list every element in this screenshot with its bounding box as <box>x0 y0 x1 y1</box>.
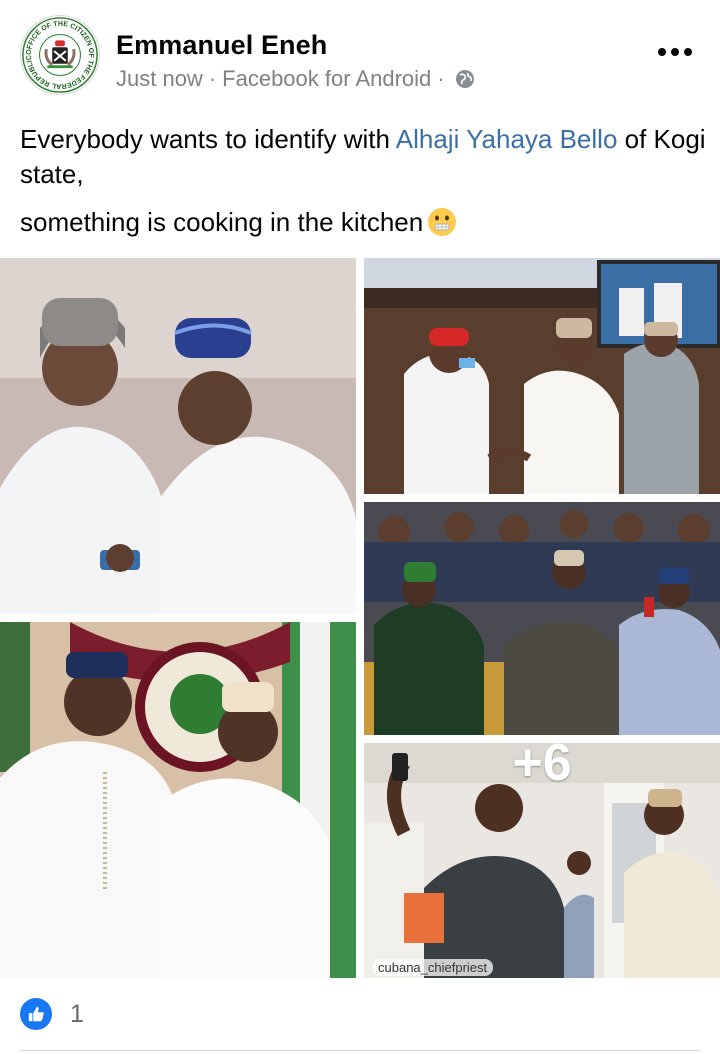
post-meta: Just now · Facebook for Android · <box>116 66 475 92</box>
post-text-line2: something is cooking in the kitchen <box>20 205 710 246</box>
post-text: Everybody wants to identify with Alhaji … <box>20 122 710 246</box>
more-photos-count[interactable]: +6 <box>364 743 720 793</box>
globe-icon[interactable] <box>455 69 475 89</box>
photo-handshake-in-office[interactable] <box>364 258 720 494</box>
more-options-icon[interactable] <box>658 46 692 58</box>
post-text-before-mention: Everybody wants to identify with <box>20 124 390 154</box>
divider <box>20 1050 700 1051</box>
photo-press-conference-meeting[interactable] <box>364 502 720 735</box>
post-header: OFFICE OF THE CITIZEN OF THE FEDERAL REP… <box>0 0 720 110</box>
author-avatar[interactable]: OFFICE OF THE CITIZEN OF THE FEDERAL REP… <box>20 15 100 95</box>
post-text-line2-text: something is cooking in the kitchen <box>20 207 424 237</box>
post-time[interactable]: Just now <box>116 66 203 92</box>
photo-watermark: cubana_chiefpriest <box>372 959 494 976</box>
photo-two-men-looking-at-phone[interactable] <box>0 258 356 614</box>
reaction-count: 1 <box>70 999 84 1028</box>
meta-separator: · <box>208 66 217 91</box>
reactions-bar[interactable]: 1 <box>20 998 84 1030</box>
author-name[interactable]: Emmanuel Eneh <box>116 30 327 61</box>
post-source: Facebook for Android <box>222 66 432 91</box>
photo-two-men-in-front-of-kogi-seal[interactable] <box>0 622 356 978</box>
grimacing-emoji-icon <box>427 207 457 246</box>
post-text-line1: Everybody wants to identify with Alhaji … <box>20 122 710 192</box>
like-icon <box>20 998 52 1030</box>
photo-grid: +6 cubana_chiefpriest <box>0 258 720 980</box>
photo-selfie-at-entrance[interactable]: +6 cubana_chiefpriest <box>364 743 720 978</box>
mention-link[interactable]: Alhaji Yahaya Bello <box>396 124 618 154</box>
meta-separator: · <box>437 66 445 91</box>
